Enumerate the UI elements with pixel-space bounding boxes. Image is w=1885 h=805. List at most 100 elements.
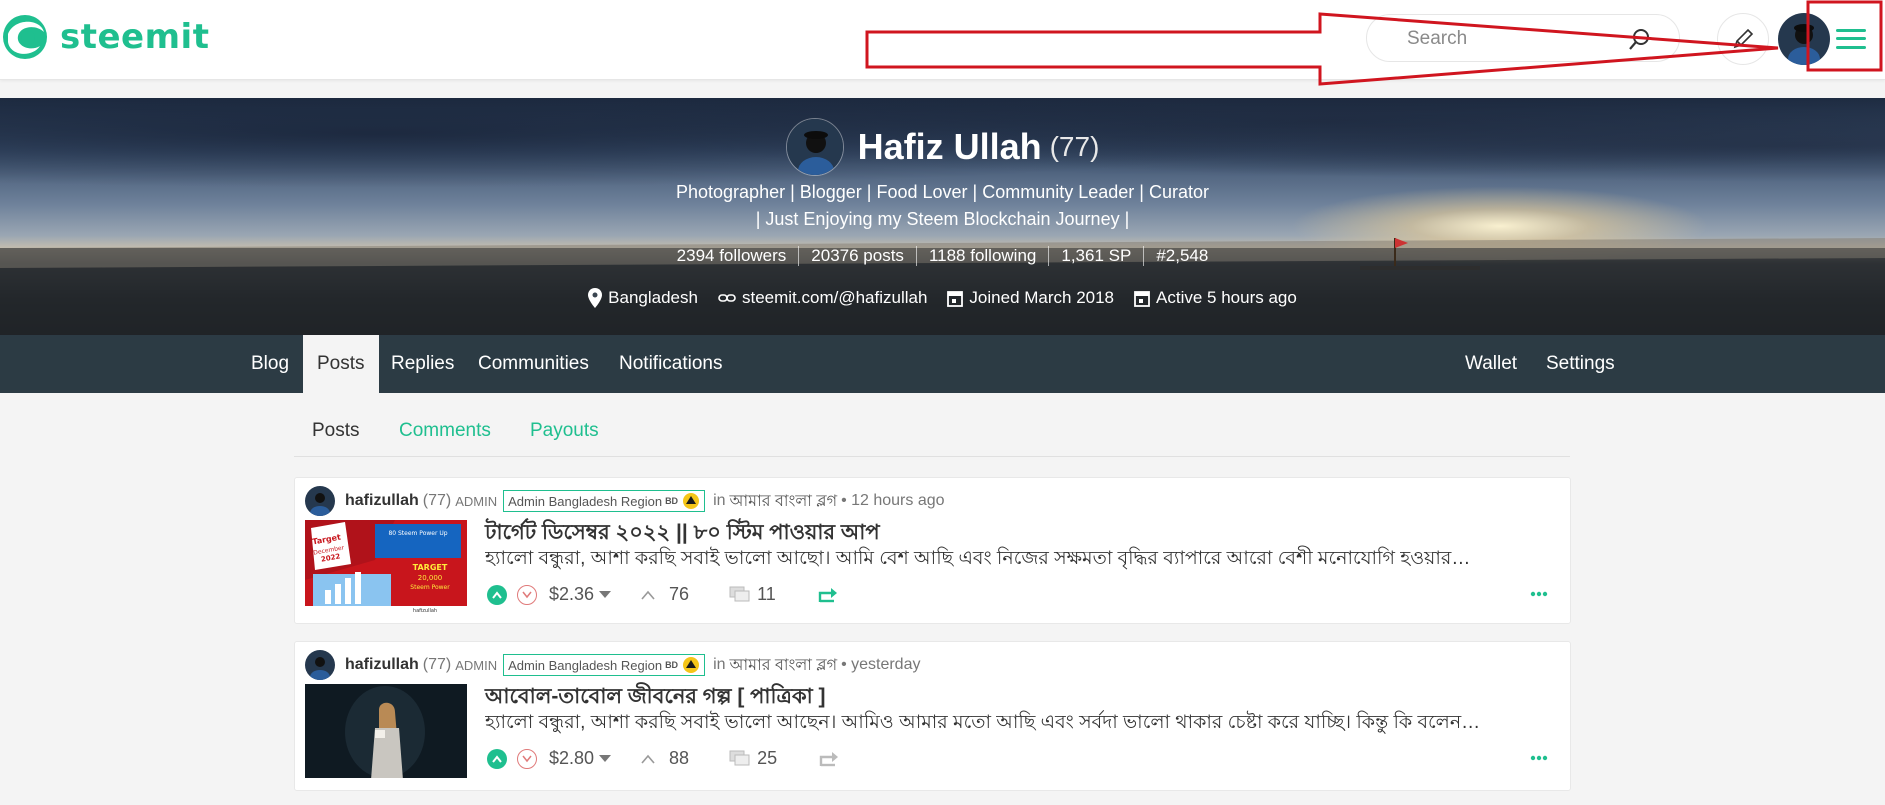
community-link[interactable]: আমার বাংলা ব্লগ — [730, 652, 838, 679]
comments-count[interactable]: 25 — [729, 748, 777, 769]
profile-meta: Bangladesh steemit.com/@hafizullah Joine… — [0, 288, 1885, 308]
rank: #2,548 — [1156, 246, 1209, 265]
link-icon — [718, 294, 736, 302]
subtab-comments[interactable]: Comments — [399, 420, 491, 442]
chevron-down-icon — [522, 591, 532, 598]
post-excerpt[interactable]: হ্যালো বন্ধুরা, আশা করছি সবাই ভালো আছেন।… — [485, 708, 1545, 740]
hamburger-menu-icon[interactable] — [1832, 20, 1870, 58]
caret-down-icon — [599, 754, 612, 762]
more-options-icon[interactable] — [1530, 755, 1548, 761]
comments-count[interactable]: 11 — [729, 584, 776, 605]
votes-count[interactable]: 88 — [641, 748, 689, 769]
svg-text:20,000: 20,000 — [418, 574, 443, 582]
comments-icon — [729, 750, 750, 765]
upvote-button[interactable] — [487, 584, 507, 605]
joined-date: Joined March 2018 — [947, 288, 1114, 308]
tab-blog[interactable]: Blog — [251, 335, 289, 393]
followers-count[interactable]: 2394 followers — [665, 246, 800, 266]
author-reputation: (77) — [422, 492, 452, 509]
post-actions: $2.80 88 25 — [487, 748, 839, 769]
svg-text:Steem Power: Steem Power — [410, 584, 450, 591]
calendar-icon — [947, 291, 964, 307]
svg-text:hafizullah: hafizullah — [413, 608, 437, 614]
caret-down-icon — [599, 590, 612, 598]
payout-dropdown[interactable]: $2.80 — [549, 748, 612, 769]
profile-about-line1: Photographer | Blogger | Food Lover | Co… — [676, 182, 1209, 202]
subtab-payouts[interactable]: Payouts — [530, 420, 599, 442]
tab-notifications[interactable]: Notifications — [619, 335, 723, 393]
profile-reputation: (77) — [1049, 131, 1100, 162]
location: Bangladesh — [588, 288, 698, 308]
author-name[interactable]: hafizullah — [345, 492, 419, 510]
calendar-icon — [1134, 291, 1150, 307]
post-excerpt[interactable]: হ্যালো বন্ধুরা, আশা করছি সবাই ভালো আছো। … — [485, 544, 1545, 576]
author-avatar[interactable] — [305, 486, 335, 516]
profile-cover: Hafiz Ullah (77) Photographer | Blogger … — [0, 98, 1885, 335]
author-role: ADMIN — [455, 493, 498, 509]
author-reputation: (77) — [422, 656, 452, 673]
tab-communities[interactable]: Communities — [478, 335, 589, 393]
target-image: Target December 2022 80 Steem Power Up T… — [305, 520, 467, 614]
top-header: steemit — [0, 0, 1885, 80]
search-icon[interactable] — [1627, 26, 1653, 52]
posts-count: 20376 posts — [799, 246, 917, 266]
profile-name: Hafiz Ullah — [857, 126, 1042, 167]
profile-tabs: Blog Posts Replies Communities Notificat… — [0, 335, 1885, 393]
following-count[interactable]: 1188 following — [917, 246, 1050, 266]
posts-subtabs: Posts Comments Payouts — [294, 405, 1570, 457]
profile-stats: 2394 followers 20376 posts 1188 followin… — [0, 246, 1885, 266]
svg-text:TARGET: TARGET — [413, 563, 448, 572]
badge-emblem-icon — [683, 657, 700, 673]
avatar[interactable] — [1778, 13, 1830, 65]
post-time[interactable]: • 12 hours ago — [841, 492, 944, 510]
active-status: Active 5 hours ago — [1134, 288, 1297, 308]
search-input[interactable] — [1407, 25, 1627, 53]
author-badge: Admin Bangladesh Region BD — [503, 654, 706, 676]
post-header: hafizullah (77) ADMIN Admin Bangladesh R… — [305, 486, 945, 516]
payout-dropdown[interactable]: $2.36 — [549, 584, 612, 605]
post-thumbnail[interactable]: Target December 2022 80 Steem Power Up T… — [305, 520, 467, 614]
profile-title-row: Hafiz Ullah (77) — [0, 118, 1885, 176]
badge-emblem-icon — [683, 493, 700, 509]
logo-text: steemit — [60, 17, 210, 57]
post-actions: $2.36 76 11 — [487, 584, 838, 605]
profile-avatar[interactable] — [785, 118, 844, 176]
resteem-icon[interactable] — [819, 751, 839, 767]
author-badge: Admin Bangladesh Region BD — [503, 490, 706, 512]
author-role: ADMIN — [455, 657, 498, 673]
resteem-icon[interactable] — [818, 587, 838, 603]
tab-settings[interactable]: Settings — [1546, 335, 1615, 393]
chevron-down-icon — [522, 755, 532, 762]
author-avatar[interactable] — [305, 650, 335, 680]
post-card: hafizullah (77) ADMIN Admin Bangladesh R… — [294, 641, 1571, 791]
downvote-button[interactable] — [517, 748, 537, 769]
post-card: hafizullah (77) ADMIN Admin Bangladesh R… — [294, 477, 1571, 624]
post-header: hafizullah (77) ADMIN Admin Bangladesh R… — [305, 650, 920, 680]
community-link[interactable]: আমার বাংলা ব্লগ — [730, 488, 838, 515]
votes-count[interactable]: 76 — [641, 584, 689, 605]
svg-text:80 Steem Power Up: 80 Steem Power Up — [388, 530, 447, 537]
steemit-logo-icon — [3, 15, 47, 59]
post-thumbnail[interactable] — [305, 684, 467, 778]
author-name[interactable]: hafizullah — [345, 656, 419, 674]
steemit-logo[interactable]: steemit — [0, 12, 209, 62]
website-link[interactable]: steemit.com/@hafizullah — [718, 288, 927, 308]
tab-wallet[interactable]: Wallet — [1465, 335, 1517, 393]
upvote-button[interactable] — [487, 748, 507, 769]
write-post-button[interactable] — [1717, 13, 1769, 65]
subtab-posts[interactable]: Posts — [312, 420, 360, 442]
tab-replies[interactable]: Replies — [391, 335, 454, 393]
post-time[interactable]: • yesterday — [841, 656, 920, 674]
reading-person-image — [305, 684, 467, 778]
tab-posts[interactable]: Posts — [303, 335, 379, 393]
downvote-button[interactable] — [517, 584, 537, 605]
chevron-up-icon — [641, 754, 655, 764]
location-pin-icon — [588, 288, 603, 308]
steem-power: 1,361 SP — [1049, 246, 1145, 266]
chevron-up-icon — [641, 590, 655, 600]
profile-about-line2: | Just Enjoying my Steem Blockchain Jour… — [755, 209, 1130, 229]
comments-icon — [729, 586, 750, 601]
more-options-icon[interactable] — [1530, 591, 1548, 597]
search-box[interactable] — [1366, 14, 1680, 62]
chevron-up-icon — [492, 754, 502, 763]
